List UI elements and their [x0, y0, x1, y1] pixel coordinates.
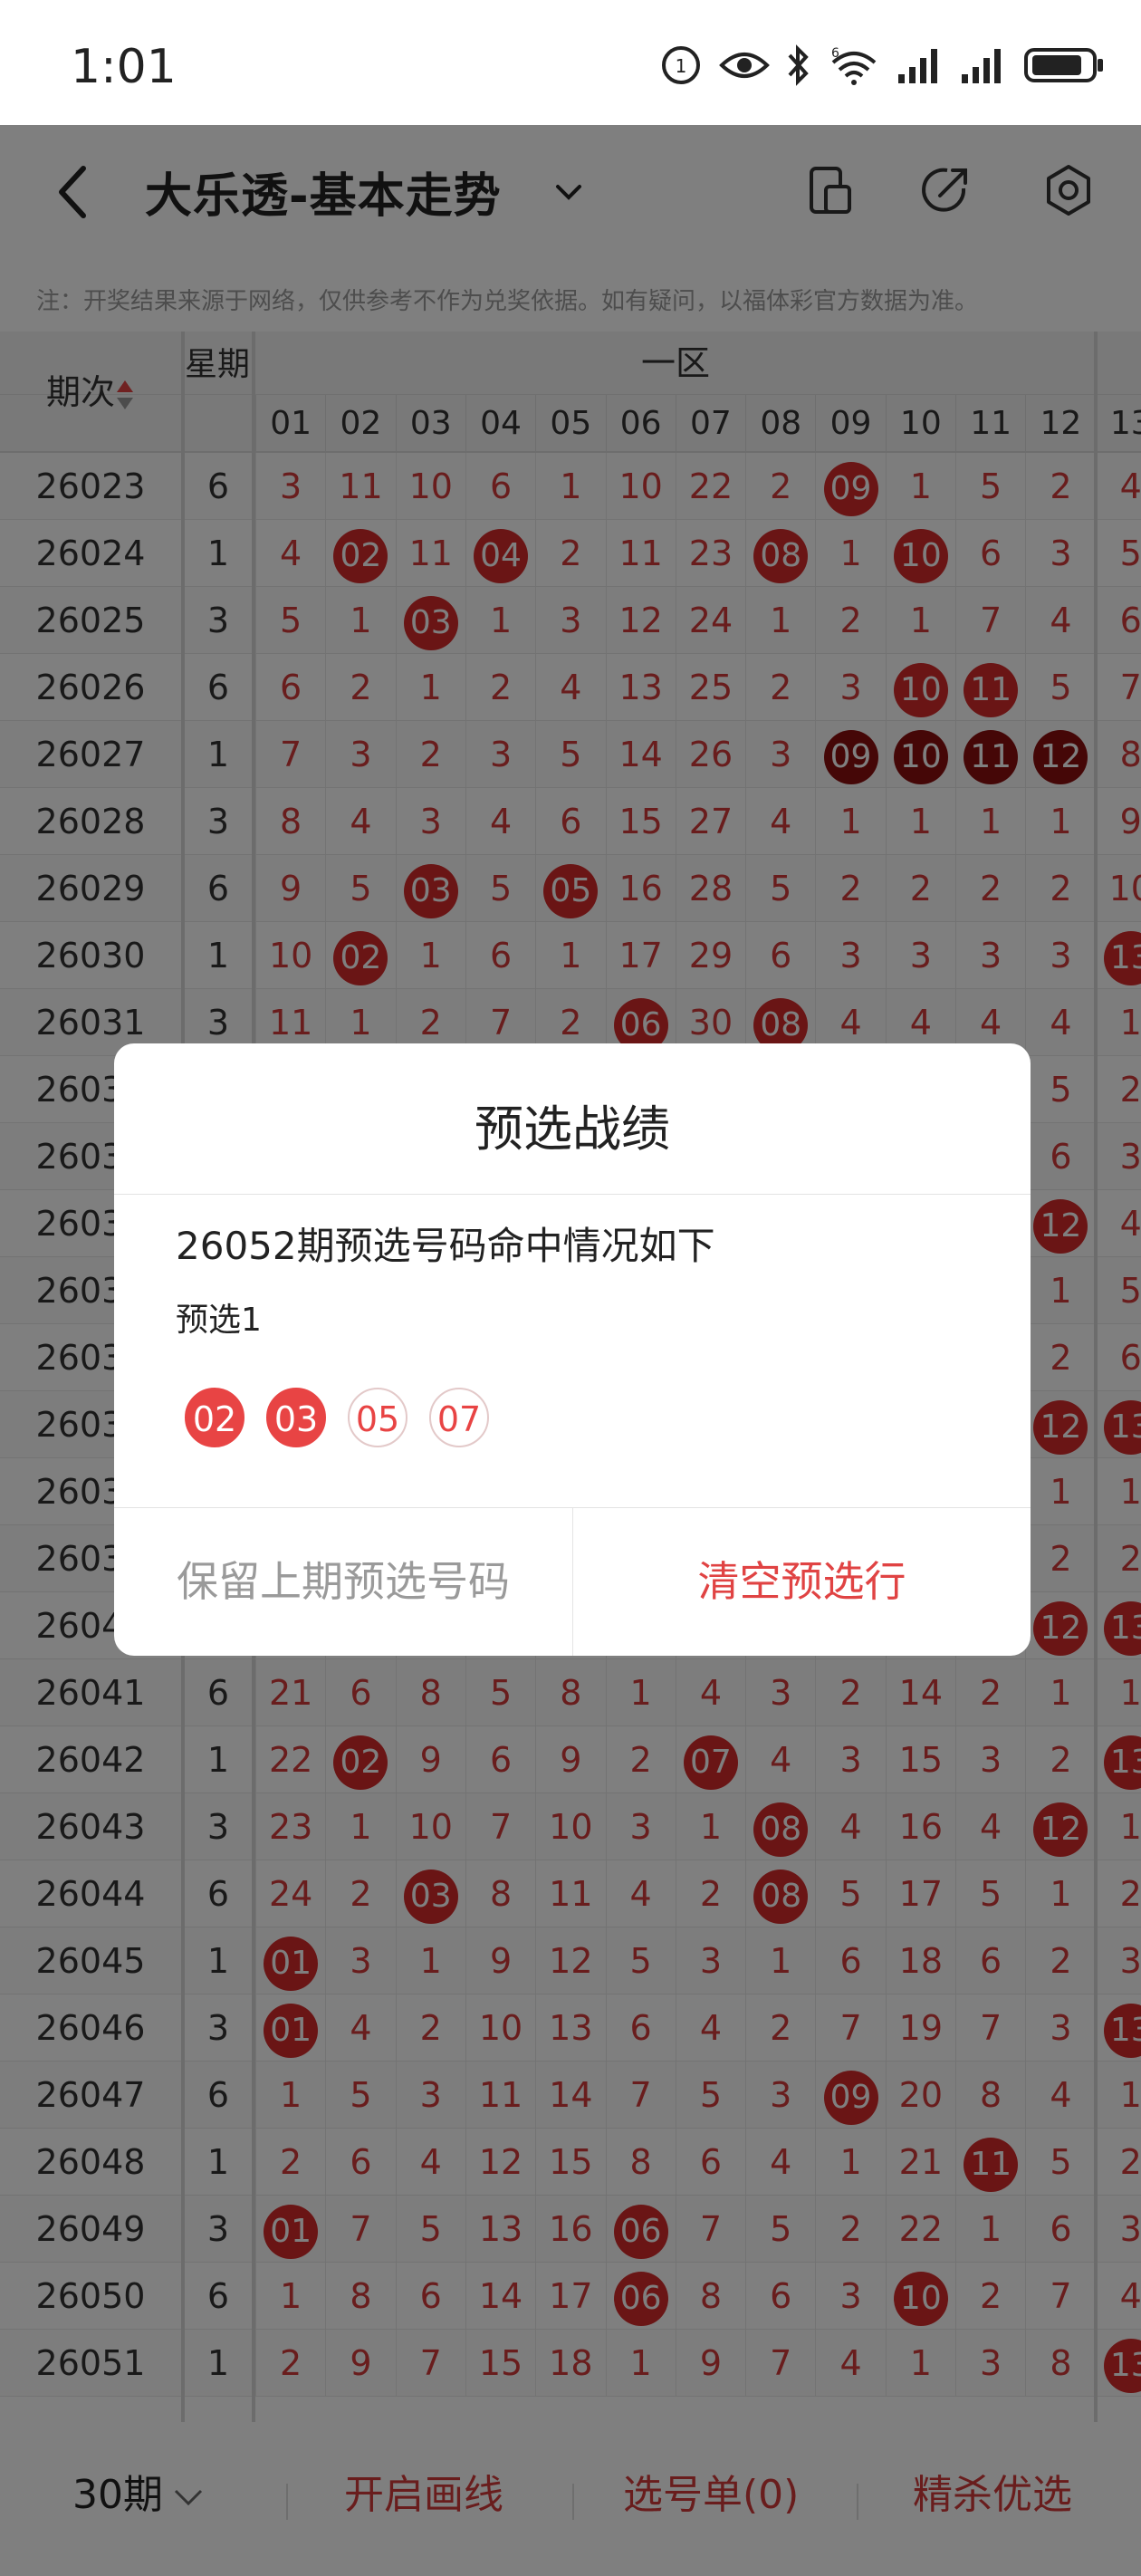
svg-text:6: 6 — [831, 46, 839, 61]
preselect-ball: 03 — [266, 1388, 326, 1447]
preselect-ball: 02 — [185, 1388, 244, 1447]
preselect-ball: 07 — [429, 1388, 489, 1447]
preselect-result-dialog: 预选战绩 26052期预选号码命中情况如下 预选1 02 03 05 07 保留上期预… — [114, 1043, 1031, 1656]
bluetooth-icon — [786, 43, 811, 87]
status-time: 1:01 — [71, 40, 177, 94]
status-bar: 1:01 1 6 — [0, 0, 1141, 125]
wifi-icon: 6 — [828, 43, 880, 87]
keep-preselect-button[interactable]: 保留上期预选号码 — [114, 1507, 572, 1656]
signal-2-icon — [960, 43, 1007, 87]
svg-text:1: 1 — [676, 55, 687, 77]
timer-icon: 1 — [659, 43, 703, 87]
preselect-ball: 05 — [348, 1388, 408, 1447]
preselect-label: 预选1 — [176, 1302, 262, 1339]
preselect-balls: 02 03 05 07 — [185, 1388, 489, 1447]
dialog-subtitle: 26052期预选号码命中情况如下 — [176, 1224, 715, 1268]
battery-icon — [1023, 43, 1105, 87]
dialog-title: 预选战绩 — [475, 1101, 670, 1158]
eye-icon — [719, 43, 770, 87]
clear-preselect-button[interactable]: 清空预选行 — [573, 1507, 1031, 1656]
signal-1-icon — [896, 43, 944, 87]
divider — [114, 1194, 1031, 1195]
